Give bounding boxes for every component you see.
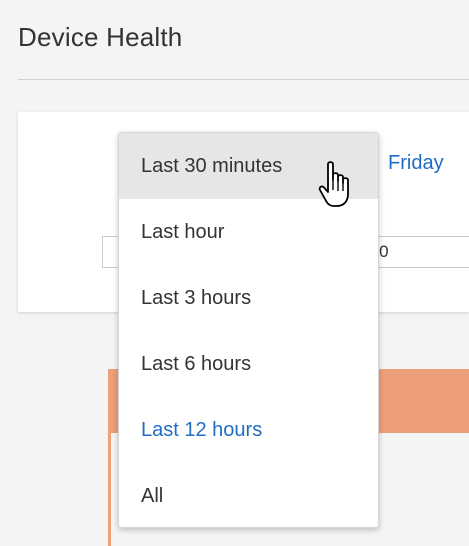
option-last-6-hours[interactable]: Last 6 hours	[119, 331, 378, 397]
option-last-3-hours[interactable]: Last 3 hours	[119, 265, 378, 331]
option-last-12-hours[interactable]: Last 12 hours	[119, 397, 378, 463]
chart-axis-line	[108, 433, 111, 546]
page-title: Device Health	[18, 22, 183, 52]
hand-pointer-icon	[318, 161, 349, 207]
option-all[interactable]: All	[119, 463, 378, 529]
date-link[interactable]: Friday	[388, 152, 444, 175]
title-divider	[18, 79, 469, 80]
